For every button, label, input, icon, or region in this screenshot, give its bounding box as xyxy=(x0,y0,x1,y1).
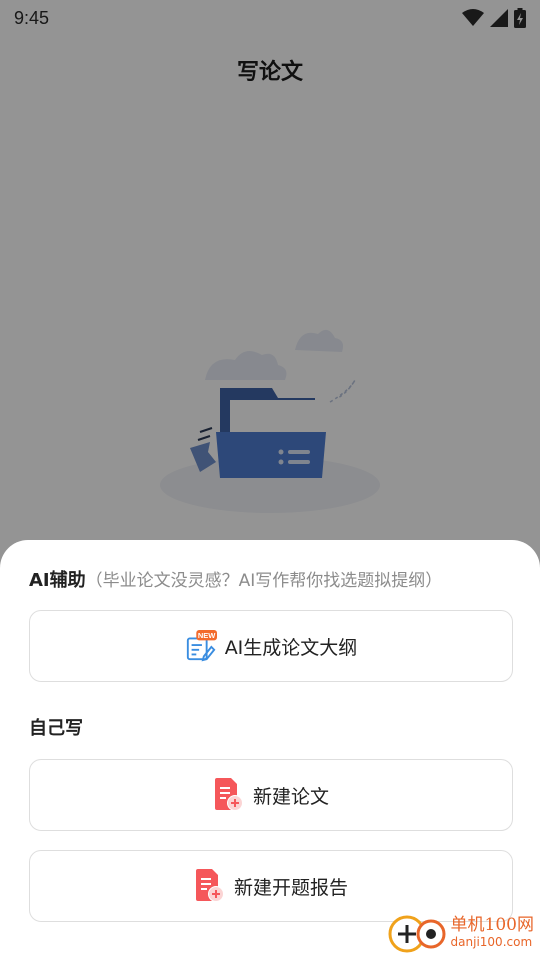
ai-outline-new-icon: NEW xyxy=(185,629,217,663)
self-write-title: 自己写 xyxy=(29,718,83,739)
watermark-url: danji100.com xyxy=(450,934,533,949)
new-badge: NEW xyxy=(198,631,216,640)
ai-generate-outline-label: AI生成论文大纲 xyxy=(224,636,358,659)
watermark: 单机100网 danji100.com xyxy=(387,910,534,954)
new-paper-bottom-sheet: AI辅助 （毕业论文没灵感？AI写作帮你找选题拟提纲） NEW AI生成论文大纲… xyxy=(0,540,540,960)
ai-generate-outline-button[interactable]: NEW AI生成论文大纲 xyxy=(29,610,513,682)
new-document-icon xyxy=(213,778,245,812)
ai-section-hint: （毕业论文没灵感？AI写作帮你找选题拟提纲） xyxy=(85,571,443,591)
watermark-logo-icon xyxy=(388,915,446,953)
new-proposal-report-label: 新建开题报告 xyxy=(233,876,348,899)
new-paper-button[interactable]: 新建论文 xyxy=(29,759,513,831)
ai-section-heading: AI辅助 （毕业论文没灵感？AI写作帮你找选题拟提纲） xyxy=(29,566,442,592)
self-write-section-heading: 自己写 xyxy=(29,714,83,740)
new-paper-label: 新建论文 xyxy=(252,785,329,808)
watermark-name: 单机100网 xyxy=(450,914,534,935)
ai-section-title: AI辅助 xyxy=(29,570,86,591)
new-report-icon xyxy=(194,869,226,903)
